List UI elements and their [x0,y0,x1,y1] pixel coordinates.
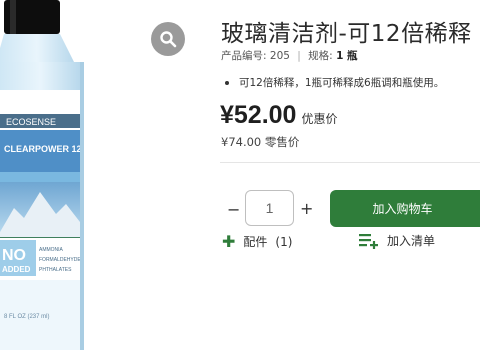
bullet-dot [225,81,229,85]
product-meta: 产品编号: 205 | 规格: 1 瓶 [221,48,358,63]
wishlist-label: 加入清单 [387,234,436,248]
add-to-list-button[interactable]: 加入清单 [359,232,435,249]
quantity-decrease-button[interactable]: − [227,200,240,219]
retail-price-label: 零售价 [264,135,300,149]
bottle-product-line: CLEARPOWER 12X [4,144,88,154]
product-spec-label: 规格: [308,50,333,62]
bottle-no-text: NO [2,247,26,264]
product-spec-value: 1 瓶 [336,50,358,62]
meta-separator: | [297,50,301,62]
add-to-cart-button[interactable]: 加入购物车 [330,190,480,227]
product-title: 玻璃清洁剂-可12倍稀释 [221,21,472,47]
quantity-input[interactable] [245,190,294,226]
retail-price-row: ¥74.00 零售价 [221,134,299,150]
divider [220,162,480,163]
bottle-added-text: ADDED [2,265,31,274]
accessories-count: (1) [275,235,293,249]
feature-text: 可12倍稀释，1瓶可稀释成6瓶调和瓶使用。 [239,77,445,89]
accessories-label: 配件 [243,235,268,249]
price-row: ¥52.00 优惠价 [220,101,337,130]
search-icon [160,31,177,48]
bottle-illustration: ECOSENSE CLEARPOWER 12X NO ADDED AMMONIA… [0,0,88,350]
sale-price-label: 优惠价 [301,112,338,126]
plus-icon: ✚ [222,232,236,251]
sale-price: ¥52.00 [220,101,297,129]
feature-item: 可12倍稀释，1瓶可稀释成6瓶调和瓶使用。 [225,75,444,90]
quantity-increase-button[interactable]: + [300,199,313,218]
add-to-list-icon [359,233,378,249]
accessories-link[interactable]: ✚ 配件 (1) [222,232,292,251]
bottle-ingredient-3: PHTHALATES [39,267,72,273]
product-code-label: 产品编号: [221,50,267,62]
bottle-ingredient-2: FORMALDEHYDE [39,257,81,263]
bottle-brand: ECOSENSE [6,117,56,127]
zoom-button[interactable] [151,22,185,56]
bottle-volume: 8 FL OZ (237 ml) [4,314,49,320]
bottle-ingredient-1: AMMONIA [39,247,64,253]
product-code-value: 205 [269,50,290,62]
product-image: ECOSENSE CLEARPOWER 12X NO ADDED AMMONIA… [0,0,96,350]
retail-price: ¥74.00 [221,135,262,149]
